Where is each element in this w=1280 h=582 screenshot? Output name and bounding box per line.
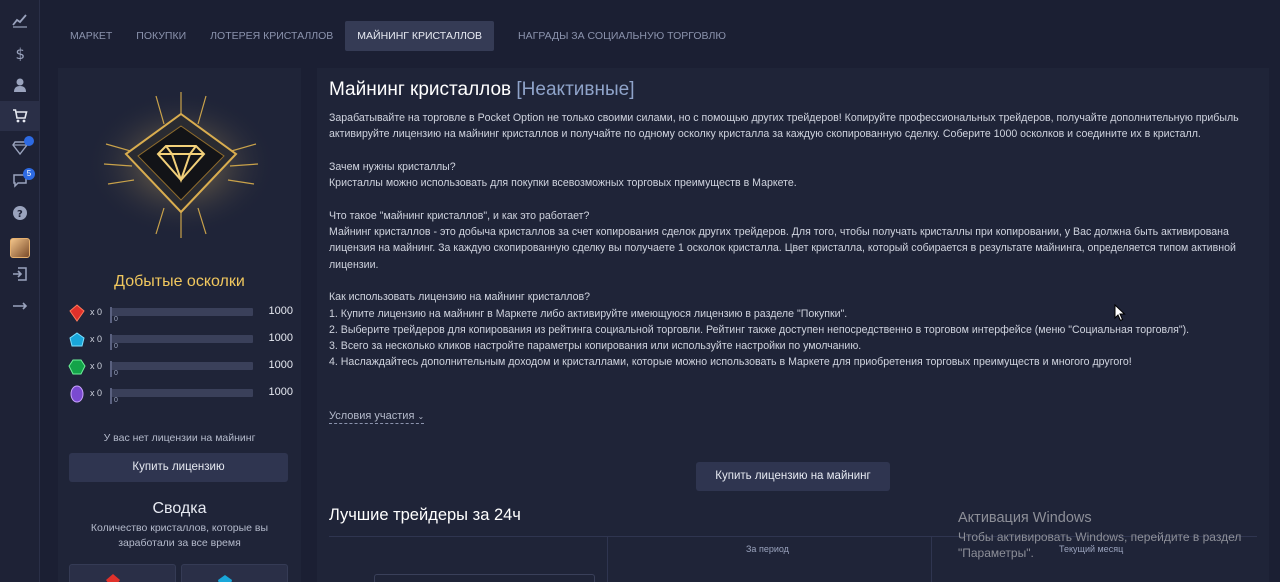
column-header-period: За период [746, 544, 789, 554]
how-to-use-question: Как использовать лицензию на майнинг кри… [329, 291, 590, 304]
conditions-link-label: Условия участия [329, 410, 415, 422]
intro-text: Зарабатывайте на торговле в Pocket Optio… [329, 112, 1239, 141]
what-is-mining-question: Что такое "майнинг кристаллов", и как эт… [329, 209, 590, 222]
no-license-text: У вас нет лицензии на майнинг [103, 432, 256, 444]
summary-subtitle: Количество кристаллов, которые вы зарабо… [90, 522, 269, 549]
tab-crystal-lottery[interactable]: ЛОТЕРЕЯ КРИСТАЛЛОВ [198, 21, 345, 51]
chat-badge: 5 [23, 168, 35, 180]
progress-tick [110, 334, 112, 350]
shard-row-purple: x 0 0 1000 [68, 385, 293, 405]
shard-row-green: x 0 0 1000 [68, 358, 293, 378]
how-to-step-4: 4. Наслаждайтесь дополнительным доходом … [329, 356, 1132, 369]
progress-zero: 0 [114, 316, 118, 323]
how-to-step-2: 2. Выберите трейдеров для копирования из… [329, 323, 1190, 336]
shard-progress-bar [110, 308, 253, 316]
why-crystals-question: Зачем нужны кристаллы? [329, 160, 456, 173]
status-label: [Неактивные] [516, 79, 635, 100]
progress-zero: 0 [114, 370, 118, 377]
description: Зарабатывайте на торговле в Pocket Optio… [329, 110, 1257, 387]
chart-line-icon[interactable] [0, 5, 40, 35]
shards-title: Добытые осколки [114, 273, 245, 290]
why-crystals-answer: Кристаллы можно использовать для покупки… [329, 177, 797, 190]
watermark-title: Активация Windows [958, 510, 1092, 526]
how-to-step-1: 1. Купите лицензию на майнинг в Маркете … [329, 307, 848, 320]
red-crystal-icon [106, 574, 120, 582]
what-is-mining-paragraph: Что такое "майнинг кристаллов", и как эт… [329, 208, 1257, 273]
shard-progress-bar [110, 335, 253, 343]
progress-tick [110, 361, 112, 377]
summary-card-blue [181, 564, 288, 582]
best-traders-title: Лучшие трейдеры за 24ч [329, 506, 521, 524]
tab-social-trading-rewards[interactable]: НАГРАДЫ ЗА СОЦИАЛЬНУЮ ТОРГОВЛЮ [506, 21, 738, 51]
red-crystal-icon [69, 304, 85, 322]
diamond-badge [24, 136, 34, 146]
mining-chip-illustration [86, 92, 276, 238]
shard-row-blue: x 0 0 1000 [68, 331, 293, 351]
blue-crystal-icon [218, 575, 232, 582]
buy-mining-license-button[interactable]: Купить лицензию на майнинг [696, 462, 890, 491]
top-tabs: МАРКЕТ ПОКУПКИ ЛОТЕРЕЯ КРИСТАЛЛОВ МАЙНИН… [58, 21, 738, 51]
progress-max: 1000 [268, 305, 293, 317]
page-title: Майнинг кристаллов [Неактивные] [329, 79, 634, 101]
mouse-cursor-icon [1114, 304, 1126, 322]
tab-purchases[interactable]: ПОКУПКИ [124, 21, 198, 51]
mining-info-panel: Майнинг кристаллов [Неактивные] Зарабаты… [317, 68, 1269, 582]
progress-max: 1000 [268, 359, 293, 371]
chat-icon[interactable]: 5 [0, 165, 40, 195]
progress-tick [110, 388, 112, 404]
tab-crystal-mining[interactable]: МАЙНИНГ КРИСТАЛЛОВ [345, 21, 495, 51]
watermark-line-2: "Параметры". [958, 546, 1034, 560]
page-title-text: Майнинг кристаллов [329, 79, 512, 100]
table-column-divider [931, 536, 932, 582]
shard-progress-bar [110, 389, 253, 397]
how-to-use-paragraph: Как использовать лицензию на майнинг кри… [329, 289, 1257, 370]
what-is-mining-answer: Майнинг кристаллов - это добыча кристалл… [329, 226, 1236, 271]
tab-market[interactable]: МАРКЕТ [58, 21, 124, 51]
watermark-line-1: Чтобы активировать Windows, перейдите в … [958, 530, 1242, 544]
diamond-icon[interactable] [0, 132, 40, 162]
help-icon[interactable]: ? [0, 198, 40, 228]
conditions-link[interactable]: Условия участия ⌄ [329, 410, 425, 424]
shard-count: x 0 [90, 388, 103, 398]
progress-tick [110, 307, 112, 323]
shard-progress-bar [110, 362, 253, 370]
progress-max: 1000 [268, 332, 293, 344]
shard-count: x 0 [90, 307, 103, 317]
arrow-right-icon[interactable] [0, 291, 40, 321]
shard-row-red: x 0 0 1000 [68, 304, 293, 324]
buy-license-button[interactable]: Купить лицензию [69, 453, 288, 482]
shard-count: x 0 [90, 361, 103, 371]
avatar-image [10, 238, 30, 258]
cart-icon[interactable] [0, 101, 40, 131]
logout-icon[interactable] [0, 259, 40, 289]
intro-paragraph: Зарабатывайте на торговле в Pocket Optio… [329, 110, 1257, 143]
svg-text:$: $ [16, 45, 26, 61]
svg-text:?: ? [17, 209, 23, 220]
windows-activation-watermark: Активация Windows Чтобы активировать Win… [958, 510, 1258, 561]
user-icon[interactable] [0, 70, 40, 100]
table-filter-box[interactable] [374, 574, 595, 582]
purple-crystal-icon [70, 385, 84, 403]
icon-rail: $ 5 ? [0, 0, 40, 582]
how-to-step-3: 3. Всего за несколько кликов настройте п… [329, 340, 862, 353]
dollar-icon[interactable]: $ [0, 38, 40, 68]
summary-card-red [69, 564, 176, 582]
progress-max: 1000 [268, 386, 293, 398]
progress-zero: 0 [114, 397, 118, 404]
blue-crystal-icon [69, 332, 85, 347]
table-column-divider [607, 536, 608, 582]
shard-count: x 0 [90, 334, 103, 344]
why-crystals-paragraph: Зачем нужны кристаллы? Кристаллы можно и… [329, 159, 1257, 192]
summary-title: Сводка [152, 500, 207, 517]
chevron-down-icon: ⌄ [417, 412, 425, 421]
green-crystal-icon [68, 359, 86, 375]
shards-panel: Добытые осколки x 0 0 1000 x 0 0 1000 x … [58, 68, 301, 582]
progress-zero: 0 [114, 343, 118, 350]
